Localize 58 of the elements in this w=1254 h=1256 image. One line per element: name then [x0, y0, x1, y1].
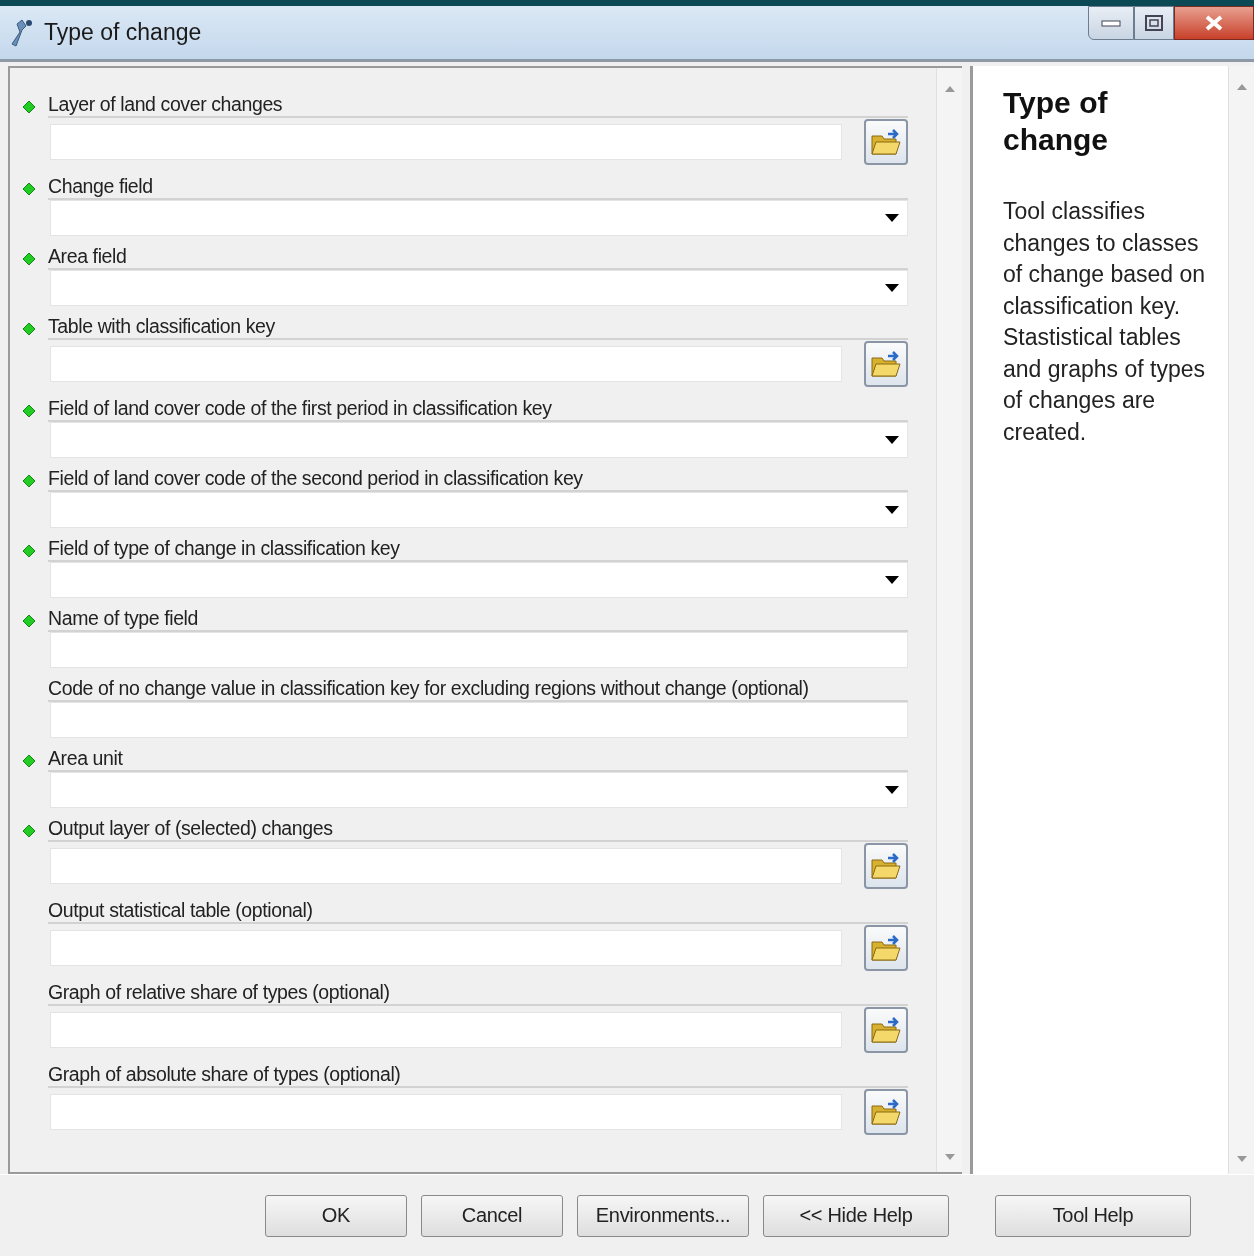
- dialog-button[interactable]: << Hide Help: [763, 1194, 949, 1237]
- dropdown-arrow-icon: [885, 506, 899, 514]
- dropdown-field[interactable]: [50, 270, 908, 306]
- browse-button[interactable]: [864, 843, 908, 889]
- parameter-label: Output statistical table (optional): [48, 898, 908, 924]
- scroll-up-icon: [944, 86, 955, 92]
- browse-button[interactable]: [864, 1089, 908, 1135]
- scroll-up-icon: [1236, 84, 1247, 90]
- browse-button[interactable]: [864, 1007, 908, 1053]
- dialog-button[interactable]: Cancel: [421, 1194, 563, 1237]
- parameter-label: Table with classification key: [48, 314, 908, 340]
- input-field[interactable]: [50, 930, 842, 966]
- folder-icon: [870, 852, 902, 880]
- scrollbar[interactable]: [936, 68, 962, 1172]
- scroll-down-icon: [944, 1154, 955, 1160]
- window-title: Type of change: [44, 19, 202, 46]
- dropdown-field[interactable]: [50, 492, 908, 528]
- maximize-button[interactable]: [1134, 6, 1174, 40]
- minimize-icon: [1101, 19, 1121, 27]
- maximize-icon: [1144, 15, 1164, 31]
- parameter-label: Graph of relative share of types (optional): [48, 980, 908, 1006]
- parameter-label: Graph of absolute share of types (optional): [48, 1062, 908, 1088]
- help-title: Type of change: [1003, 85, 1110, 158]
- dialog-button[interactable]: Tool Help: [995, 1194, 1191, 1237]
- input-field[interactable]: [50, 1094, 842, 1130]
- dialog-button[interactable]: Environments...: [577, 1194, 749, 1237]
- input-field[interactable]: [50, 702, 908, 738]
- input-field[interactable]: [50, 848, 842, 884]
- parameter-label: Output layer of (selected) changes: [48, 816, 908, 842]
- dropdown-arrow-icon: [885, 284, 899, 292]
- input-field[interactable]: [50, 346, 842, 382]
- browse-button[interactable]: [864, 341, 908, 387]
- dropdown-arrow-icon: [885, 576, 899, 584]
- browse-button[interactable]: [864, 925, 908, 971]
- dropdown-arrow-icon: [885, 786, 899, 794]
- input-field[interactable]: [50, 124, 842, 160]
- dropdown-field[interactable]: [50, 772, 908, 808]
- scroll-down-icon: [1236, 1156, 1247, 1162]
- dialog-button[interactable]: OK: [265, 1194, 407, 1237]
- dropdown-arrow-icon: [885, 214, 899, 222]
- dropdown-field[interactable]: [50, 562, 908, 598]
- dropdown-arrow-icon: [885, 436, 899, 444]
- folder-icon: [870, 1016, 902, 1044]
- parameter-label: Layer of land cover changes: [48, 92, 908, 118]
- input-field[interactable]: [50, 1012, 842, 1048]
- scrollbar[interactable]: [1228, 66, 1254, 1174]
- folder-icon: [870, 1098, 902, 1126]
- dropdown-field[interactable]: [50, 422, 908, 458]
- close-button[interactable]: [1174, 6, 1254, 40]
- folder-icon: [870, 128, 902, 156]
- folder-icon: [870, 350, 902, 378]
- input-field[interactable]: [50, 632, 908, 668]
- browse-button[interactable]: [864, 119, 908, 165]
- folder-icon: [870, 934, 902, 962]
- dropdown-field[interactable]: [50, 200, 908, 236]
- minimize-button[interactable]: [1088, 6, 1134, 40]
- help-text: Tool classifies changes to classes of change based on classification key. Stastistical tables and graphs of types of changes are created.: [1003, 197, 1207, 447]
- close-icon: [1205, 15, 1223, 31]
